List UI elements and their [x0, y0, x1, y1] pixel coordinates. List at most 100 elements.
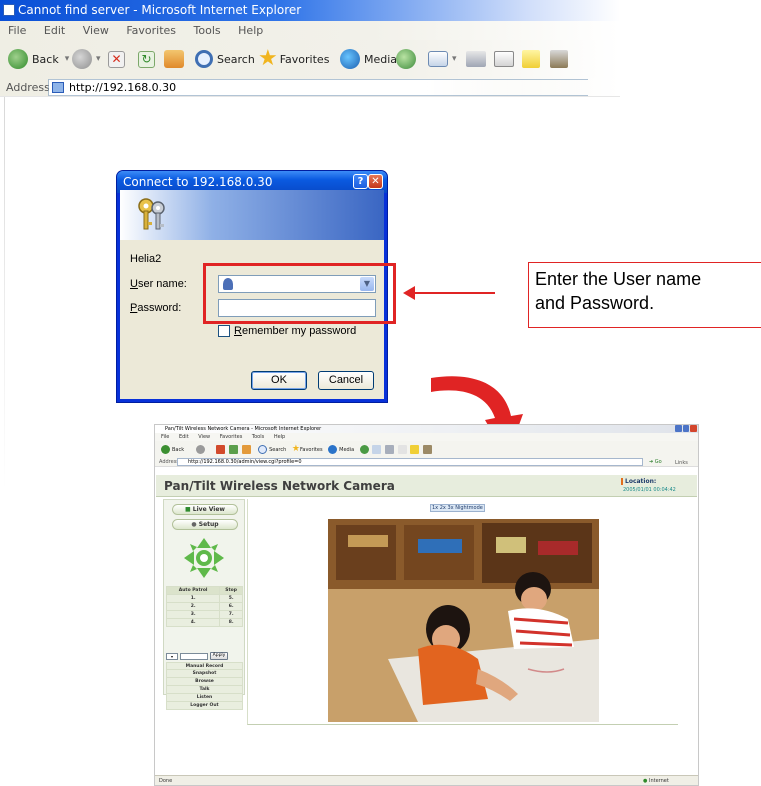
forward-button[interactable]: ▾ — [72, 48, 101, 70]
cam-messenger-icon[interactable] — [422, 445, 432, 454]
checkbox-box[interactable] — [218, 325, 230, 337]
preset-1-button[interactable]: 1. — [165, 594, 221, 603]
apply-button[interactable]: Apply — [210, 652, 228, 660]
cam-menu-help[interactable]: Help — [274, 434, 285, 440]
home-button[interactable] — [164, 48, 188, 70]
cam-back-icon[interactable] — [161, 445, 170, 454]
tilt-down-arrow-icon[interactable] — [197, 568, 211, 578]
mail-dropdown-icon[interactable]: ▾ — [452, 54, 457, 64]
preset-select[interactable]: ▾ — [166, 652, 178, 660]
ok-button[interactable]: OK — [251, 371, 307, 390]
cam-discuss-icon[interactable] — [410, 445, 420, 454]
preset-5-button[interactable]: 5. — [219, 594, 243, 603]
preset-3-button[interactable]: 3. — [165, 610, 221, 619]
stop-button[interactable]: ✕ — [108, 48, 129, 70]
pan-down-left-arrow-icon[interactable] — [190, 565, 197, 572]
cam-edit-icon[interactable] — [397, 445, 407, 454]
favorites-star-icon: ★ — [258, 46, 278, 71]
tilt-up-arrow-icon[interactable] — [197, 538, 211, 548]
refresh-button[interactable]: ↻ — [138, 48, 159, 70]
browse-button[interactable]: Browse — [166, 678, 243, 686]
favorites-button[interactable]: ★ Favorites — [258, 48, 329, 70]
cam-menu-file[interactable]: File — [161, 434, 169, 440]
preset-name-input[interactable] — [180, 652, 208, 660]
cam-home-icon[interactable] — [241, 445, 251, 454]
close-icon[interactable] — [690, 425, 698, 432]
cam-favorites-label[interactable]: Favorites — [300, 447, 323, 453]
auto-patrol-button[interactable]: Auto Patrol — [165, 586, 221, 595]
cam-stop-icon[interactable] — [216, 445, 226, 454]
preset-8-button[interactable]: 8. — [219, 618, 243, 627]
globe-icon: ● — [643, 778, 648, 784]
cam-back-label[interactable]: Back — [172, 447, 184, 453]
cam-media-icon[interactable] — [328, 445, 338, 454]
setup-button[interactable]: ● Setup — [172, 519, 238, 530]
stop-patrol-button[interactable]: Stop — [219, 586, 243, 595]
snapshot-button[interactable]: Snapshot — [166, 670, 243, 678]
cam-refresh-icon[interactable] — [228, 445, 238, 454]
pan-up-left-arrow-icon[interactable] — [190, 544, 197, 551]
pan-up-right-arrow-icon[interactable] — [211, 544, 218, 551]
menu-file[interactable]: File — [8, 24, 26, 37]
cancel-button[interactable]: Cancel — [318, 371, 374, 390]
pan-right-arrow-icon[interactable] — [214, 551, 224, 565]
search-button[interactable]: Search — [195, 48, 255, 70]
zoom-1x-button[interactable]: 1x — [432, 505, 438, 511]
menu-tools[interactable]: Tools — [194, 24, 221, 37]
live-video-image — [328, 519, 599, 722]
pan-down-right-arrow-icon[interactable] — [211, 565, 218, 572]
cam-print-icon[interactable] — [384, 445, 394, 454]
cam-favorites-icon[interactable]: ★ — [292, 444, 300, 454]
menu-help[interactable]: Help — [238, 24, 263, 37]
cam-menu-edit[interactable]: Edit — [179, 434, 189, 440]
media-button[interactable]: Media — [340, 48, 397, 70]
preset-4-button[interactable]: 4. — [165, 618, 221, 627]
zoom-3x-button[interactable]: 3x — [447, 505, 453, 511]
back-dropdown-icon[interactable]: ▾ — [65, 54, 70, 64]
cam-menu-view[interactable]: View — [198, 434, 210, 440]
talk-button[interactable]: Talk — [166, 686, 243, 694]
minimize-icon[interactable] — [675, 425, 682, 432]
cam-menu-tools[interactable]: Tools — [252, 434, 264, 440]
cam-media-label[interactable]: Media — [339, 447, 354, 453]
listen-button[interactable]: Listen — [166, 694, 243, 702]
pan-left-arrow-icon[interactable] — [184, 551, 194, 565]
menu-view[interactable]: View — [83, 24, 109, 37]
pan-tilt-dpad[interactable] — [184, 538, 224, 578]
maximize-icon[interactable] — [682, 425, 690, 432]
remember-password-checkbox[interactable]: Remember my password — [218, 325, 356, 337]
back-button[interactable]: Back ▾ — [8, 48, 69, 70]
live-view-button[interactable]: ■ Live View — [172, 504, 238, 515]
nightmode-button[interactable]: Nightmode — [455, 505, 483, 511]
logger-out-button[interactable]: Logger Out — [166, 702, 243, 710]
cam-forward-icon[interactable] — [195, 445, 205, 454]
help-button[interactable]: ? — [353, 174, 368, 189]
print-button[interactable] — [466, 48, 490, 70]
cam-menu-favorites[interactable]: Favorites — [220, 434, 243, 440]
messenger-button[interactable] — [550, 48, 572, 70]
cam-search-icon[interactable] — [258, 445, 268, 454]
forward-dropdown-icon[interactable]: ▾ — [96, 54, 101, 64]
edit-button[interactable] — [494, 48, 518, 70]
menu-edit[interactable]: Edit — [44, 24, 65, 37]
close-button[interactable]: ✕ — [368, 174, 383, 189]
history-button[interactable] — [396, 48, 420, 70]
callout-line-2: and Password. — [535, 293, 655, 313]
manual-record-button[interactable]: Manual Record — [166, 662, 243, 670]
cam-history-icon[interactable] — [359, 445, 369, 454]
camera-address-bar: Address http://192.168.0.30/admin/view.c… — [155, 457, 698, 467]
discuss-button[interactable] — [522, 48, 544, 70]
preset-7-button[interactable]: 7. — [219, 610, 243, 619]
camera-address-input[interactable]: http://192.168.0.30/admin/view.cgi?profi… — [177, 458, 643, 466]
preset-2-button[interactable]: 2. — [165, 602, 221, 611]
address-input[interactable]: http://192.168.0.30 — [48, 79, 588, 96]
camera-icon: ■ — [185, 506, 191, 513]
mail-button[interactable]: ▾ — [428, 48, 457, 70]
preset-6-button[interactable]: 6. — [219, 602, 243, 611]
cam-search-label[interactable]: Search — [269, 447, 286, 453]
zoom-2x-button[interactable]: 2x — [440, 505, 446, 511]
cam-mail-icon[interactable] — [372, 445, 382, 454]
go-button[interactable]: ➜ Go — [649, 458, 669, 466]
links-button[interactable]: Links — [675, 458, 688, 468]
menu-favorites[interactable]: Favorites — [126, 24, 176, 37]
